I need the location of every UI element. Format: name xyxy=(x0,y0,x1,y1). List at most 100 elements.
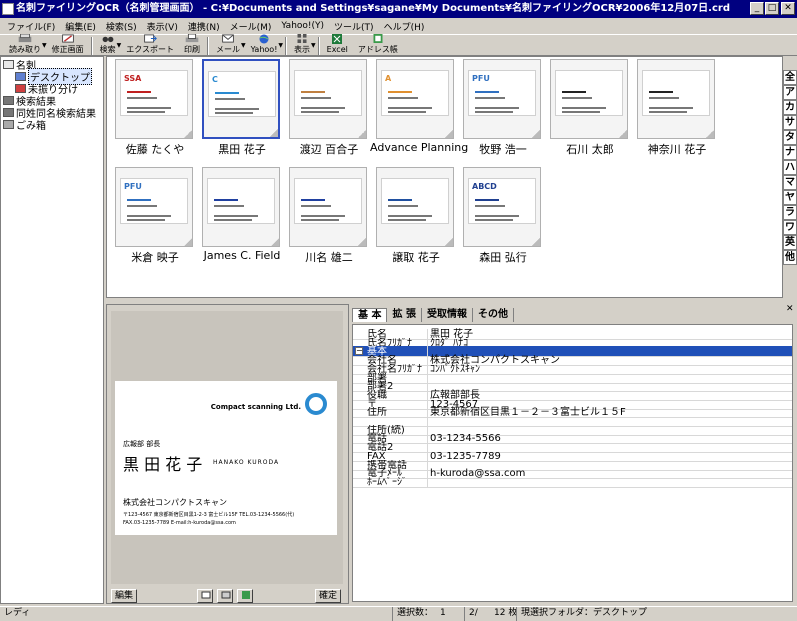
window-title: 名刺ファイリングOCR（名刺管理画面） - C:¥Documents and S… xyxy=(16,3,730,14)
excel-button[interactable]: Excel xyxy=(322,34,353,55)
rotate-icon xyxy=(242,591,250,599)
scanner-icon xyxy=(18,34,32,43)
tab-other[interactable]: その他 xyxy=(473,308,514,322)
minimize-button[interactable]: _ xyxy=(750,2,764,15)
card-thumbnail-logo: ABCD xyxy=(472,182,497,191)
menu-tools[interactable]: ツール(T) xyxy=(329,20,379,33)
index-tab[interactable]: マ xyxy=(783,175,797,190)
confirm-label: 確定 xyxy=(319,591,338,601)
trash-icon xyxy=(3,119,14,129)
index-tab[interactable]: ヤ xyxy=(783,190,797,205)
card-thumbnail-text-line xyxy=(301,219,339,221)
card-thumbnail[interactable]: C 黒田 花子 xyxy=(196,59,288,159)
menu-help[interactable]: ヘルプ(H) xyxy=(379,20,430,33)
card-thumbnail-image: C xyxy=(202,59,280,139)
field-list: 氏名 黒田 花子 氏名ﾌﾘｶﾞﾅ ｸﾛﾀﾞ ﾊﾅｺ − 基本 会社名 株式会社コンパクトスキャ… xyxy=(352,324,793,602)
tab-extended[interactable]: 拡 張 xyxy=(387,308,422,322)
close-detail-icon[interactable]: ✕ xyxy=(786,304,794,314)
mail-button[interactable]: メール xyxy=(211,34,245,55)
index-tab[interactable]: カ xyxy=(783,100,797,115)
index-tab[interactable]: ナ xyxy=(783,145,797,160)
card-thumbnail[interactable]: PFU 米倉 映子 xyxy=(115,167,195,267)
edit-card-button[interactable]: 編集 xyxy=(111,589,138,603)
tree-item-label: ごみ箱 xyxy=(16,120,46,132)
yahoo-button[interactable]: Yahoo! xyxy=(246,34,283,55)
status-ready: レディ xyxy=(4,608,31,618)
menu-view[interactable]: 表示(V) xyxy=(142,20,183,33)
view-label: 表示 xyxy=(294,45,311,54)
card-thumbnail-paper xyxy=(642,70,710,116)
index-tab[interactable]: 全 xyxy=(783,70,797,85)
tab-basic[interactable]: 基 本 xyxy=(352,308,388,322)
page-fold-icon xyxy=(618,129,627,138)
card-paper: Compact scanning Ltd. 広報部 部長 黒 田 花 子 HAN… xyxy=(115,381,337,535)
scan-button[interactable]: 読み取り xyxy=(4,34,46,55)
card-thumbnail[interactable]: A Advance Planning xyxy=(370,59,468,159)
excel-icon xyxy=(332,34,343,44)
maximize-button[interactable]: □ xyxy=(765,2,779,15)
card-thumbnail-text-line xyxy=(475,97,505,99)
card-thumbnail[interactable]: PFU 牧野 浩一 xyxy=(463,59,543,159)
status-bar: レディ 選択数： 1 2/ 12 枚 現選択フォルダ：デスクトップ xyxy=(0,606,797,621)
edit-icon xyxy=(61,34,74,43)
card-thumbnail[interactable]: 川名 雄二 xyxy=(289,167,369,267)
index-tab[interactable]: ラ xyxy=(783,205,797,220)
close-button[interactable]: ✕ xyxy=(781,2,795,15)
confirm-button[interactable]: 確定 xyxy=(315,589,342,603)
card-thumbnail-logo: SSA xyxy=(124,74,142,83)
tab-received-info[interactable]: 受取情報 xyxy=(422,308,473,322)
edit-screen-button[interactable]: 修正画面 xyxy=(47,34,89,55)
card-thumbnail-name: 米倉 映子 xyxy=(131,251,179,264)
card-thumbnail-text-line xyxy=(388,91,412,93)
card-thumbnail-text-line xyxy=(127,199,151,201)
card-thumbnail[interactable]: 石川 太郎 xyxy=(550,59,630,159)
card-thumbnail[interactable]: 譲取 花子 xyxy=(376,167,456,267)
address-book-button[interactable]: アドレス帳 xyxy=(353,34,403,55)
card-thumbnail[interactable]: 渡辺 百合子 xyxy=(289,59,369,159)
page-fold-icon xyxy=(269,128,278,137)
card-thumbnail-text-line xyxy=(301,97,331,99)
menu-yahoo[interactable]: Yahoo!(Y) xyxy=(276,21,329,31)
edit-card-label: 編集 xyxy=(115,591,134,601)
field-value[interactable] xyxy=(427,476,430,488)
card-thumbnail-paper xyxy=(381,178,449,224)
index-tab[interactable]: ワ xyxy=(783,220,797,235)
back-side-button[interactable] xyxy=(217,589,233,603)
index-tab[interactable]: ア xyxy=(783,85,797,100)
card-thumbnail-name: 牧野 浩一 xyxy=(479,143,527,156)
card-thumbnail-text-line xyxy=(301,111,339,113)
card-thumbnail-paper xyxy=(294,178,362,224)
card-thumbnail-image xyxy=(289,167,367,247)
menu-mail[interactable]: メール(M) xyxy=(225,20,277,33)
card-thumbnail[interactable]: SSA 佐藤 たくや xyxy=(115,59,195,159)
index-tab[interactable]: 英 xyxy=(783,235,797,250)
index-tab[interactable]: タ xyxy=(783,130,797,145)
card-thumbnail[interactable]: ABCD 森田 弘行 xyxy=(463,167,543,267)
menu-search[interactable]: 検索(S) xyxy=(101,20,142,33)
index-tabs: 全アカサタナハマヤラワ英他 xyxy=(783,56,797,298)
index-tab[interactable]: ハ xyxy=(783,160,797,175)
card-thumbnail[interactable]: James C. Field xyxy=(202,167,282,267)
card-person-name: 黒 田 花 子 xyxy=(123,455,203,474)
page-fold-icon xyxy=(270,237,279,246)
app-icon xyxy=(2,3,14,15)
menu-file[interactable]: ファイル(F) xyxy=(2,20,60,33)
toolbar-separator xyxy=(207,37,210,55)
card-thumbnail[interactable]: 神奈川 花子 xyxy=(637,59,717,159)
view-dropdown-icon[interactable]: ▼ xyxy=(311,42,316,49)
yahoo-dropdown-icon[interactable]: ▼ xyxy=(278,42,283,49)
card-thumbnail-name: 佐藤 たくや xyxy=(125,143,185,156)
export-button[interactable]: エクスポート xyxy=(121,34,179,55)
card-thumbnail-text-line xyxy=(301,91,325,93)
tree-item-trash[interactable]: ごみ箱 xyxy=(3,118,46,132)
index-tab[interactable]: 他 xyxy=(783,250,797,265)
card-thumbnail-text-line xyxy=(475,111,513,113)
front-side-button[interactable] xyxy=(197,589,213,603)
print-button[interactable]: 印刷 xyxy=(179,34,205,55)
rotate-button[interactable] xyxy=(237,589,253,603)
index-tab[interactable]: サ xyxy=(783,115,797,130)
field-row[interactable]: ﾎｰﾑﾍﾟｰｼﾞ xyxy=(353,476,792,488)
menu-edit[interactable]: 編集(E) xyxy=(60,20,101,33)
card-company-en: Compact scanning Ltd. xyxy=(210,403,301,411)
menu-link[interactable]: 連携(N) xyxy=(183,20,225,33)
